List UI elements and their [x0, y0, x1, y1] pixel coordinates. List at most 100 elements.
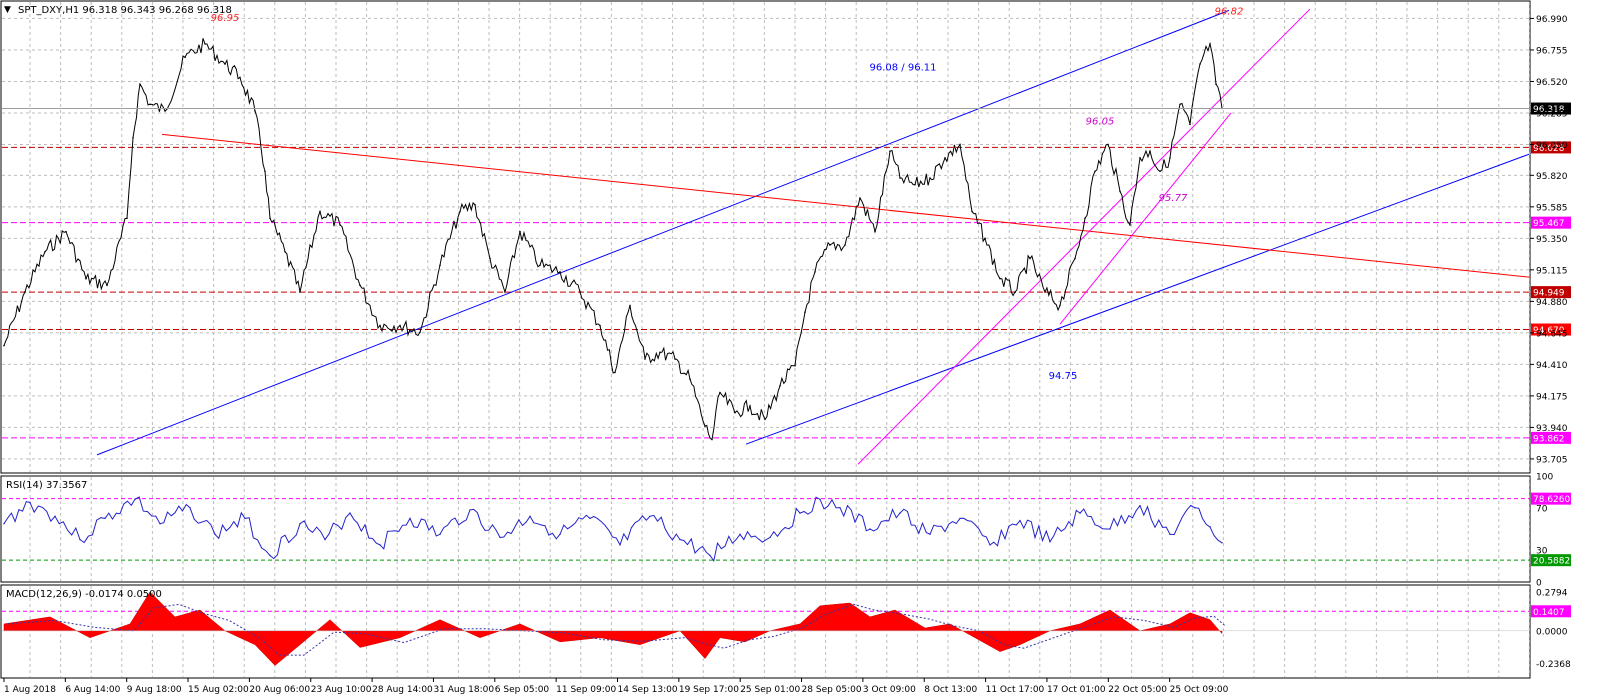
- x-tick-label: 31 Aug 18:00: [433, 685, 494, 695]
- price-point: [1044, 291, 1046, 293]
- rsi-point: [324, 538, 326, 541]
- price-point: [674, 358, 676, 360]
- rsi-point: [349, 512, 351, 514]
- rsi-level-label: 20.5882: [1533, 557, 1570, 567]
- price-point: [814, 271, 816, 273]
- price-point: [65, 230, 67, 233]
- price-point: [1179, 103, 1181, 106]
- rsi-point: [1019, 519, 1021, 522]
- x-tick-label: 15 Aug 02:00: [188, 685, 249, 695]
- rsi-point: [134, 498, 136, 501]
- rsi-point: [1049, 541, 1051, 543]
- price-point: [959, 143, 961, 146]
- price-point: [1169, 157, 1171, 159]
- price-point: [999, 277, 1001, 280]
- price-point: [1189, 123, 1191, 126]
- mt4-chart[interactable]: 96.028 95.467 94.949 94.670 93.862 78.6260 20.…: [0, 0, 1602, 696]
- rsi-point: [619, 544, 621, 546]
- price-point: [539, 264, 541, 266]
- rsi-point: [1169, 533, 1171, 535]
- x-tick-label: 23 Aug 10:00: [311, 685, 372, 695]
- chart-menu-icon[interactable]: ▼: [4, 5, 11, 15]
- main-header: SPT_DXY,H1 96.318 96.343 96.268 96.318: [18, 5, 232, 16]
- price-point: [659, 351, 661, 354]
- rsi-point: [299, 523, 301, 525]
- y-tick-label: 96.755: [1536, 46, 1568, 56]
- price-point: [264, 170, 266, 173]
- price-point: [132, 136, 134, 139]
- price-point: [1129, 224, 1131, 226]
- price-point: [519, 230, 521, 233]
- x-tick-label: 17 Oct 01:00: [1047, 685, 1106, 695]
- price-point: [126, 217, 128, 220]
- y-tick-label: 95.820: [1536, 172, 1568, 182]
- price-point: [579, 291, 581, 293]
- price-annotation: 94.75: [1049, 371, 1078, 382]
- price-point: [1014, 291, 1016, 293]
- rsi-point: [589, 517, 591, 520]
- price-point: [874, 230, 876, 233]
- price-point: [359, 284, 361, 287]
- price-point: [984, 237, 986, 240]
- price-point: [85, 277, 87, 280]
- y-tick-label: 95.115: [1536, 266, 1568, 276]
- price-point: [474, 204, 476, 206]
- price-point: [644, 358, 646, 360]
- x-tick-label: 14 Sep 13:00: [618, 685, 678, 695]
- x-tick-label: 3 Oct 09:00: [863, 685, 916, 695]
- rsi-point: [709, 554, 711, 557]
- price-point: [106, 284, 108, 287]
- price-point: [1074, 257, 1076, 260]
- rsi-point: [1139, 504, 1141, 507]
- x-tick-label: 8 Oct 13:00: [924, 685, 977, 695]
- rsi-point: [959, 517, 961, 520]
- rsi-point: [269, 554, 271, 557]
- price-point: [1209, 43, 1211, 45]
- price-point: [794, 364, 796, 367]
- y-tick-label: 95.350: [1536, 235, 1568, 245]
- rsi-point: [559, 533, 561, 535]
- price-point: [1139, 157, 1141, 159]
- price-point: [711, 438, 713, 441]
- price-point: [844, 244, 846, 246]
- rsi-y-tick-label: 70: [1536, 504, 1548, 514]
- price-point: [269, 217, 271, 220]
- price-point: [599, 324, 601, 327]
- macd-y-tick-label: 0.0000: [1536, 627, 1568, 637]
- rsi-point: [214, 533, 216, 535]
- price-point: [629, 304, 631, 307]
- price-point: [419, 331, 421, 334]
- price-point: [24, 291, 26, 293]
- price-point: [829, 244, 831, 246]
- price-point: [944, 157, 946, 159]
- rsi-point: [104, 517, 106, 520]
- price-point: [914, 183, 916, 186]
- price-point: [504, 291, 506, 293]
- rsi-point: [409, 517, 411, 520]
- price-point: [164, 110, 166, 112]
- y-tick-label: 93.705: [1536, 455, 1568, 465]
- price-point: [1199, 63, 1201, 65]
- price-point: [1215, 83, 1217, 85]
- price-point: [929, 177, 931, 179]
- price-point: [559, 271, 561, 273]
- price-point: [1119, 190, 1121, 193]
- rsi-point: [379, 544, 381, 546]
- y-tick-label: 94.645: [1536, 329, 1568, 339]
- x-tick-label: 6 Sep 05:00: [495, 685, 550, 695]
- price-point: [1084, 217, 1086, 220]
- macd-level-label: 0.1407: [1533, 608, 1565, 618]
- rsi-point: [499, 536, 501, 539]
- rsi-point: [29, 501, 31, 504]
- price-point: [1059, 304, 1061, 307]
- x-tick-label: 11 Oct 17:00: [986, 685, 1045, 695]
- rsi-point: [439, 533, 441, 535]
- price-level-label: 95.467: [1533, 219, 1565, 229]
- price-point: [1159, 170, 1161, 173]
- price-point: [804, 311, 806, 313]
- price-point: [859, 197, 861, 199]
- rsi-point: [159, 523, 161, 525]
- rsi-y-tick-label: 0: [1536, 579, 1542, 589]
- rsi-point: [819, 498, 821, 501]
- chart-canvas[interactable]: 96.02895.46794.94994.67093.86278.626020.…: [0, 0, 1602, 696]
